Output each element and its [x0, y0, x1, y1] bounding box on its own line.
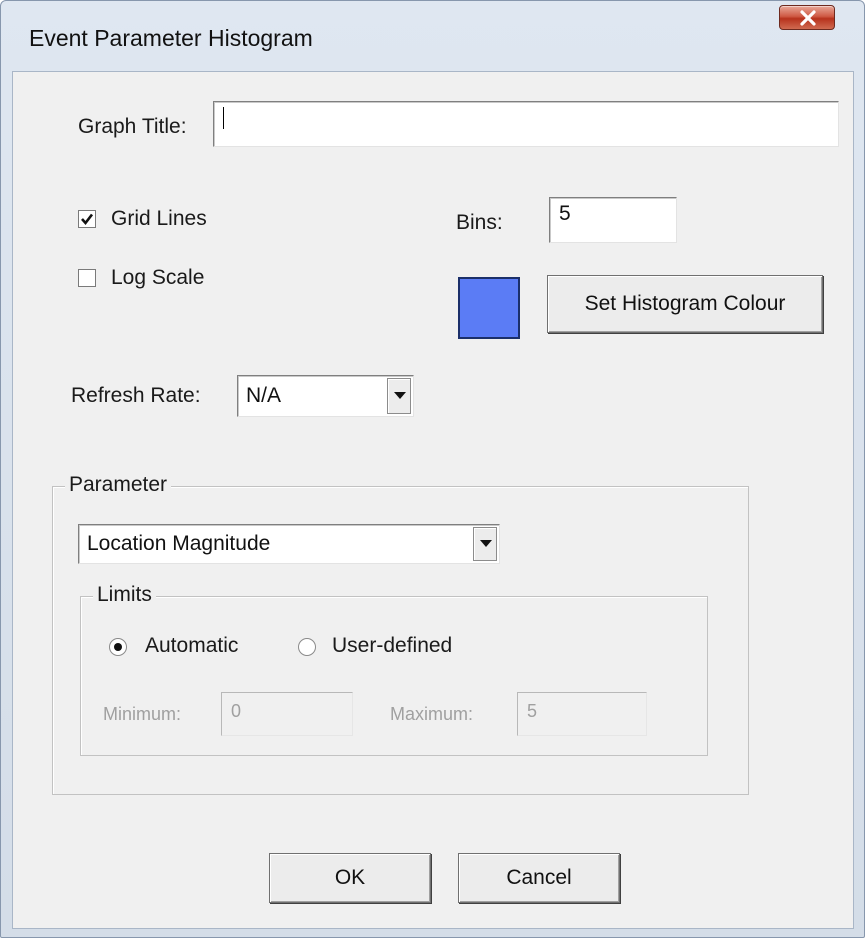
automatic-radio[interactable] [109, 638, 127, 656]
maximum-label: Maximum: [390, 704, 474, 724]
log-scale-checkbox[interactable] [78, 269, 96, 287]
limits-group: Limits Automatic User-defined Minimum: 0… [80, 583, 708, 756]
window-title: Event Parameter Histogram [29, 25, 313, 51]
user-defined-radio[interactable] [298, 638, 316, 656]
parameter-group-label: Parameter [65, 473, 172, 497]
bins-input[interactable]: 5 [549, 197, 677, 243]
parameter-group: Parameter Location Magnitude Limits Auto… [52, 473, 749, 795]
user-defined-label[interactable]: User-defined [332, 634, 452, 658]
maximum-input[interactable]: 5 [517, 692, 647, 736]
bins-value: 5 [559, 202, 571, 225]
limits-group-label: Limits [93, 583, 156, 607]
bins-label: Bins: [456, 211, 503, 234]
chevron-down-icon [394, 392, 406, 399]
refresh-rate-label: Refresh Rate: [71, 384, 201, 407]
minimum-label: Minimum: [103, 704, 182, 724]
maximum-value: 5 [527, 701, 538, 721]
parameter-dropdown-button[interactable] [473, 527, 497, 561]
grid-lines-checkbox[interactable] [78, 210, 96, 228]
grid-lines-label[interactable]: Grid Lines [111, 207, 207, 231]
ok-button[interactable]: OK [269, 853, 431, 903]
minimum-input[interactable]: 0 [221, 692, 353, 736]
refresh-rate-value: N/A [246, 384, 282, 407]
dialog-window: Event Parameter Histogram Graph Title: G… [0, 0, 865, 938]
set-histogram-colour-button[interactable]: Set Histogram Colour [547, 275, 823, 333]
checkmark-icon [81, 213, 94, 226]
refresh-rate-dropdown-button[interactable] [387, 378, 411, 414]
refresh-rate-dropdown[interactable]: N/A [237, 375, 414, 417]
parameter-value: Location Magnitude [87, 532, 271, 555]
close-icon [800, 10, 816, 26]
graph-title-label: Graph Title: [78, 115, 187, 138]
title-bar[interactable]: Event Parameter Histogram [1, 1, 864, 71]
text-caret [223, 107, 224, 130]
minimum-value: 0 [231, 701, 242, 721]
histogram-colour-swatch [458, 277, 520, 339]
parameter-dropdown[interactable]: Location Magnitude [78, 524, 500, 564]
graph-title-input[interactable] [213, 101, 839, 147]
automatic-label[interactable]: Automatic [145, 634, 238, 658]
chevron-down-icon [480, 540, 492, 547]
radio-selected-dot [114, 643, 122, 651]
log-scale-label[interactable]: Log Scale [111, 266, 204, 290]
dialog-client-area: Graph Title: Grid Lines Log Scale Bins: … [12, 71, 854, 929]
cancel-button[interactable]: Cancel [458, 853, 620, 903]
close-button[interactable] [779, 5, 835, 30]
